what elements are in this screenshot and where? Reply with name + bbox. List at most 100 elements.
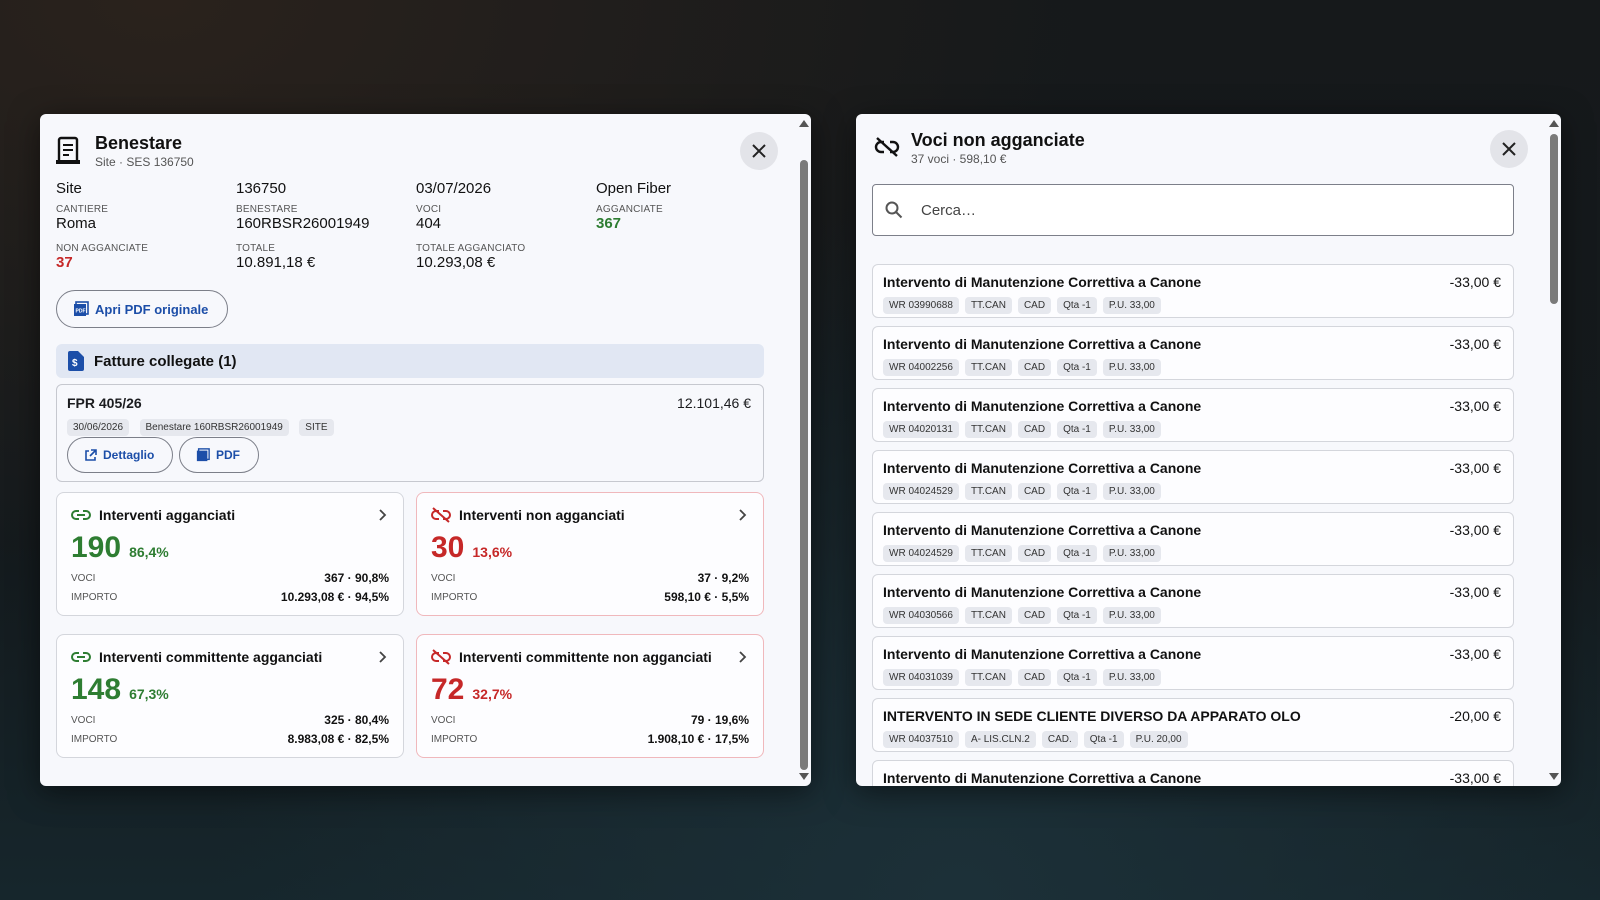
item-unit-chip: CAD xyxy=(1017,359,1052,376)
list-item[interactable]: Intervento di Manutenzione Correttiva a … xyxy=(872,636,1514,690)
item-amount: -33,00 € xyxy=(1449,646,1501,662)
stat-percent: 32,7% xyxy=(472,686,513,702)
close-button[interactable] xyxy=(740,132,778,170)
scroll-up-arrow[interactable] xyxy=(1549,120,1559,127)
stat-voci-label: VOCI xyxy=(71,714,96,726)
list-item[interactable]: Intervento di Manutenzione Correttiva a … xyxy=(872,326,1514,380)
list-item[interactable]: Intervento di Manutenzione Correttiva a … xyxy=(872,512,1514,566)
item-amount: -33,00 € xyxy=(1449,460,1501,476)
list-item[interactable]: Intervento di Manutenzione Correttiva a … xyxy=(872,760,1514,786)
stat-voci-value: 79 · 19,6% xyxy=(690,713,749,727)
list-item[interactable]: Intervento di Manutenzione Correttiva a … xyxy=(872,388,1514,442)
item-price-chip: P.U. 33,00 xyxy=(1102,545,1161,562)
item-wr-chip: WR 03990688 xyxy=(883,297,959,314)
left-scrollbar[interactable] xyxy=(797,114,811,786)
list-item[interactable]: Intervento di Manutenzione Correttiva a … xyxy=(872,574,1514,628)
scroll-thumb[interactable] xyxy=(800,160,808,770)
unlink-icon xyxy=(431,649,451,665)
item-unit-chip: CAD xyxy=(1017,421,1052,438)
chevron-right-icon xyxy=(739,651,747,663)
item-wr-chip: WR 04002256 xyxy=(883,359,959,376)
stat-card-interventi-non-agganciati[interactable]: Interventi non agganciati 30 13,6% VOCI 37… xyxy=(416,492,764,616)
list-item[interactable]: INTERVENTO IN SEDE CLIENTE DIVERSO DA AP… xyxy=(872,698,1514,752)
svg-text:PDF: PDF xyxy=(76,309,86,315)
voci-non-agganciate-dialog: Voci non agganciate 37 voci · 598,10 € I… xyxy=(856,114,1561,786)
non-agganciate-label: NON AGGANCIATE xyxy=(56,243,149,254)
unlink-icon xyxy=(431,507,451,523)
link-icon xyxy=(71,652,91,662)
scroll-down-arrow[interactable] xyxy=(799,773,809,780)
item-price-chip: P.U. 33,00 xyxy=(1102,669,1161,686)
search-field[interactable] xyxy=(872,184,1514,236)
item-title: Intervento di Manutenzione Correttiva a … xyxy=(883,460,1202,476)
agganciate-value: 367 xyxy=(596,215,622,232)
voci-value: 404 xyxy=(416,215,442,232)
invoice-benestare-chip: Benestare 160RBSR26001949 xyxy=(139,419,289,436)
close-icon xyxy=(752,144,766,158)
item-qty-chip: Qta -1 xyxy=(1057,669,1097,686)
info-client: Open Fiber xyxy=(596,180,672,197)
scroll-down-arrow[interactable] xyxy=(1549,773,1559,780)
benestare-label: BENESTARE xyxy=(236,204,298,215)
fatture-section-header: $ Fatture collegate (1) xyxy=(56,344,764,378)
open-pdf-button[interactable]: PDF Apri PDF originale xyxy=(56,290,228,328)
item-unit-chip: CAD xyxy=(1017,483,1052,500)
item-qty-chip: Qta -1 xyxy=(1057,421,1097,438)
list-item[interactable]: Intervento di Manutenzione Correttiva a … xyxy=(872,450,1514,504)
item-price-chip: P.U. 33,00 xyxy=(1102,607,1161,624)
invoice-pdf-button[interactable]: PDF xyxy=(179,437,259,473)
item-title: Intervento di Manutenzione Correttiva a … xyxy=(883,522,1202,538)
close-icon xyxy=(1502,142,1516,156)
stat-voci-label: VOCI xyxy=(71,572,96,584)
invoice-detail-button[interactable]: Dettaglio xyxy=(67,437,173,473)
cantiere-value: Roma xyxy=(56,215,97,232)
invoice-pdf-label: PDF xyxy=(216,448,240,462)
item-code-chip: TT.CAN xyxy=(964,359,1012,376)
stat-voci-value: 37 · 9,2% xyxy=(697,571,749,585)
stat-voci-label: VOCI xyxy=(431,572,456,584)
benestare-value: 160RBSR26001949 xyxy=(236,215,370,232)
stat-number: 72 xyxy=(431,673,465,706)
dialog-subtitle: Site · SES 136750 xyxy=(95,155,194,169)
item-title: Intervento di Manutenzione Correttiva a … xyxy=(883,274,1202,290)
item-code-chip: TT.CAN xyxy=(964,483,1012,500)
item-amount: -33,00 € xyxy=(1449,770,1501,786)
stat-title: Interventi agganciati xyxy=(99,507,236,523)
scroll-up-arrow[interactable] xyxy=(799,120,809,127)
benestare-dialog: Benestare Site · SES 136750 Site 136750 … xyxy=(40,114,811,786)
stat-title: Interventi committente non agganciati xyxy=(459,649,712,665)
stat-title: Interventi non agganciati xyxy=(459,507,625,523)
stat-card-committente-non-agganciati[interactable]: Interventi committente non agganciati 72… xyxy=(416,634,764,758)
scroll-thumb[interactable] xyxy=(1550,134,1558,304)
item-qty-chip: Qta -1 xyxy=(1057,483,1097,500)
receipt-icon xyxy=(56,136,82,171)
info-date: 03/07/2026 xyxy=(416,180,492,197)
open-pdf-label: Apri PDF originale xyxy=(95,301,209,317)
stat-voci-label: VOCI xyxy=(431,714,456,726)
stat-card-committente-agganciati[interactable]: Interventi committente agganciati 148 67,… xyxy=(56,634,404,758)
pdf-icon: PDF xyxy=(74,301,89,316)
invoice-type-chip: SITE xyxy=(299,419,334,436)
item-price-chip: P.U. 33,00 xyxy=(1102,421,1161,438)
close-button[interactable] xyxy=(1490,130,1528,168)
search-input[interactable] xyxy=(921,201,1481,219)
agganciate-label: AGGANCIATE xyxy=(596,204,663,215)
item-amount: -33,00 € xyxy=(1449,398,1501,414)
chevron-right-icon xyxy=(739,509,747,521)
totale-value: 10.891,18 € xyxy=(236,254,316,271)
stat-title: Interventi committente agganciati xyxy=(99,649,323,665)
right-scrollbar[interactable] xyxy=(1547,114,1561,786)
stat-number: 30 xyxy=(431,531,465,564)
dialog-subtitle: 37 voci · 598,10 € xyxy=(911,152,1007,166)
stat-card-interventi-agganciati[interactable]: Interventi agganciati 190 86,4% VOCI 367 ·… xyxy=(56,492,404,616)
item-title: Intervento di Manutenzione Correttiva a … xyxy=(883,336,1202,352)
stat-voci-value: 367 · 90,8% xyxy=(324,571,389,585)
item-wr-chip: WR 04024529 xyxy=(883,483,959,500)
stat-importo-label: IMPORTO xyxy=(431,733,478,745)
search-icon xyxy=(885,201,903,219)
item-title: Intervento di Manutenzione Correttiva a … xyxy=(883,646,1202,662)
stat-percent: 67,3% xyxy=(129,686,169,702)
item-price-chip: P.U. 20,00 xyxy=(1129,731,1188,748)
item-amount: -33,00 € xyxy=(1449,522,1501,538)
list-item[interactable]: Intervento di Manutenzione Correttiva a … xyxy=(872,264,1514,318)
